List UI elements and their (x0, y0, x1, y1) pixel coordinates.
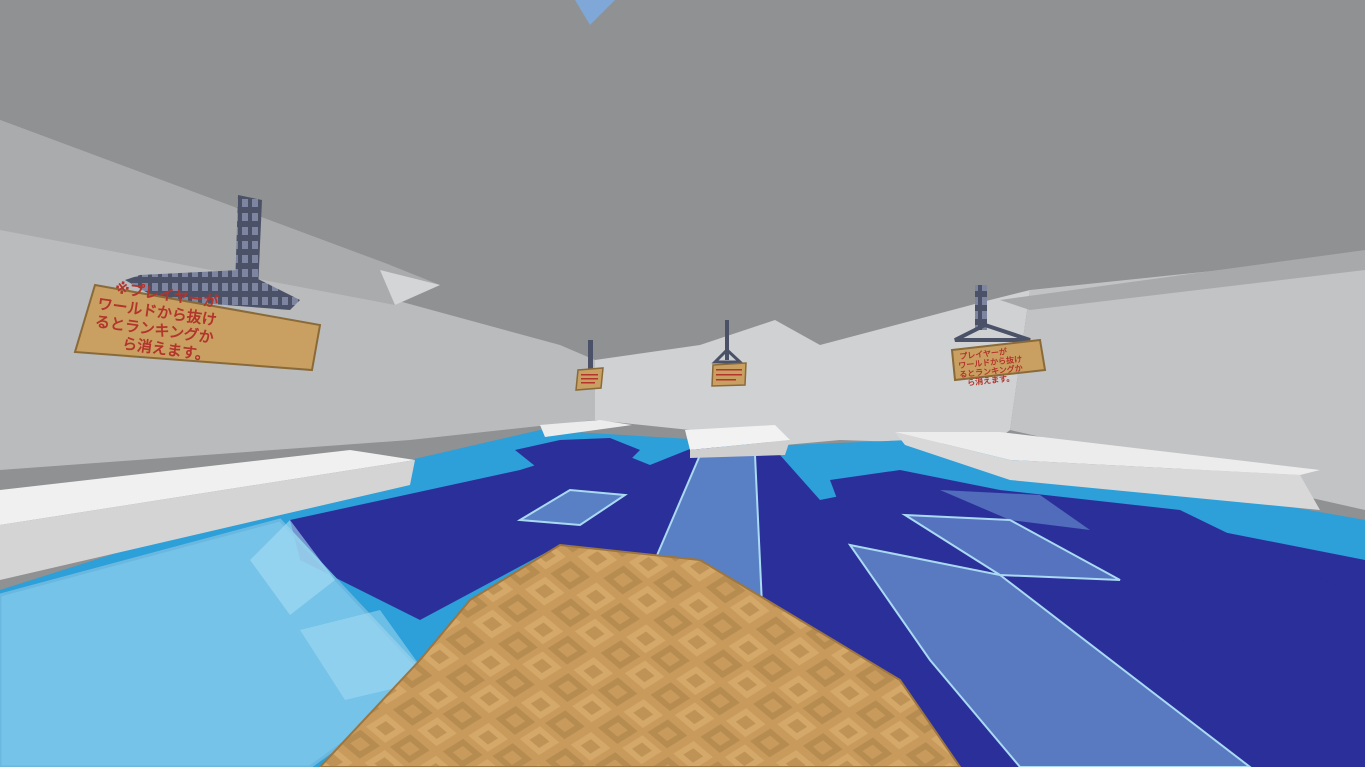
chain (588, 340, 593, 370)
chain (725, 320, 729, 360)
game-viewport[interactable]: ※プレイヤーが ワールドから抜け るとランキングか ら消えます。 プレイヤーが (0, 0, 1365, 767)
